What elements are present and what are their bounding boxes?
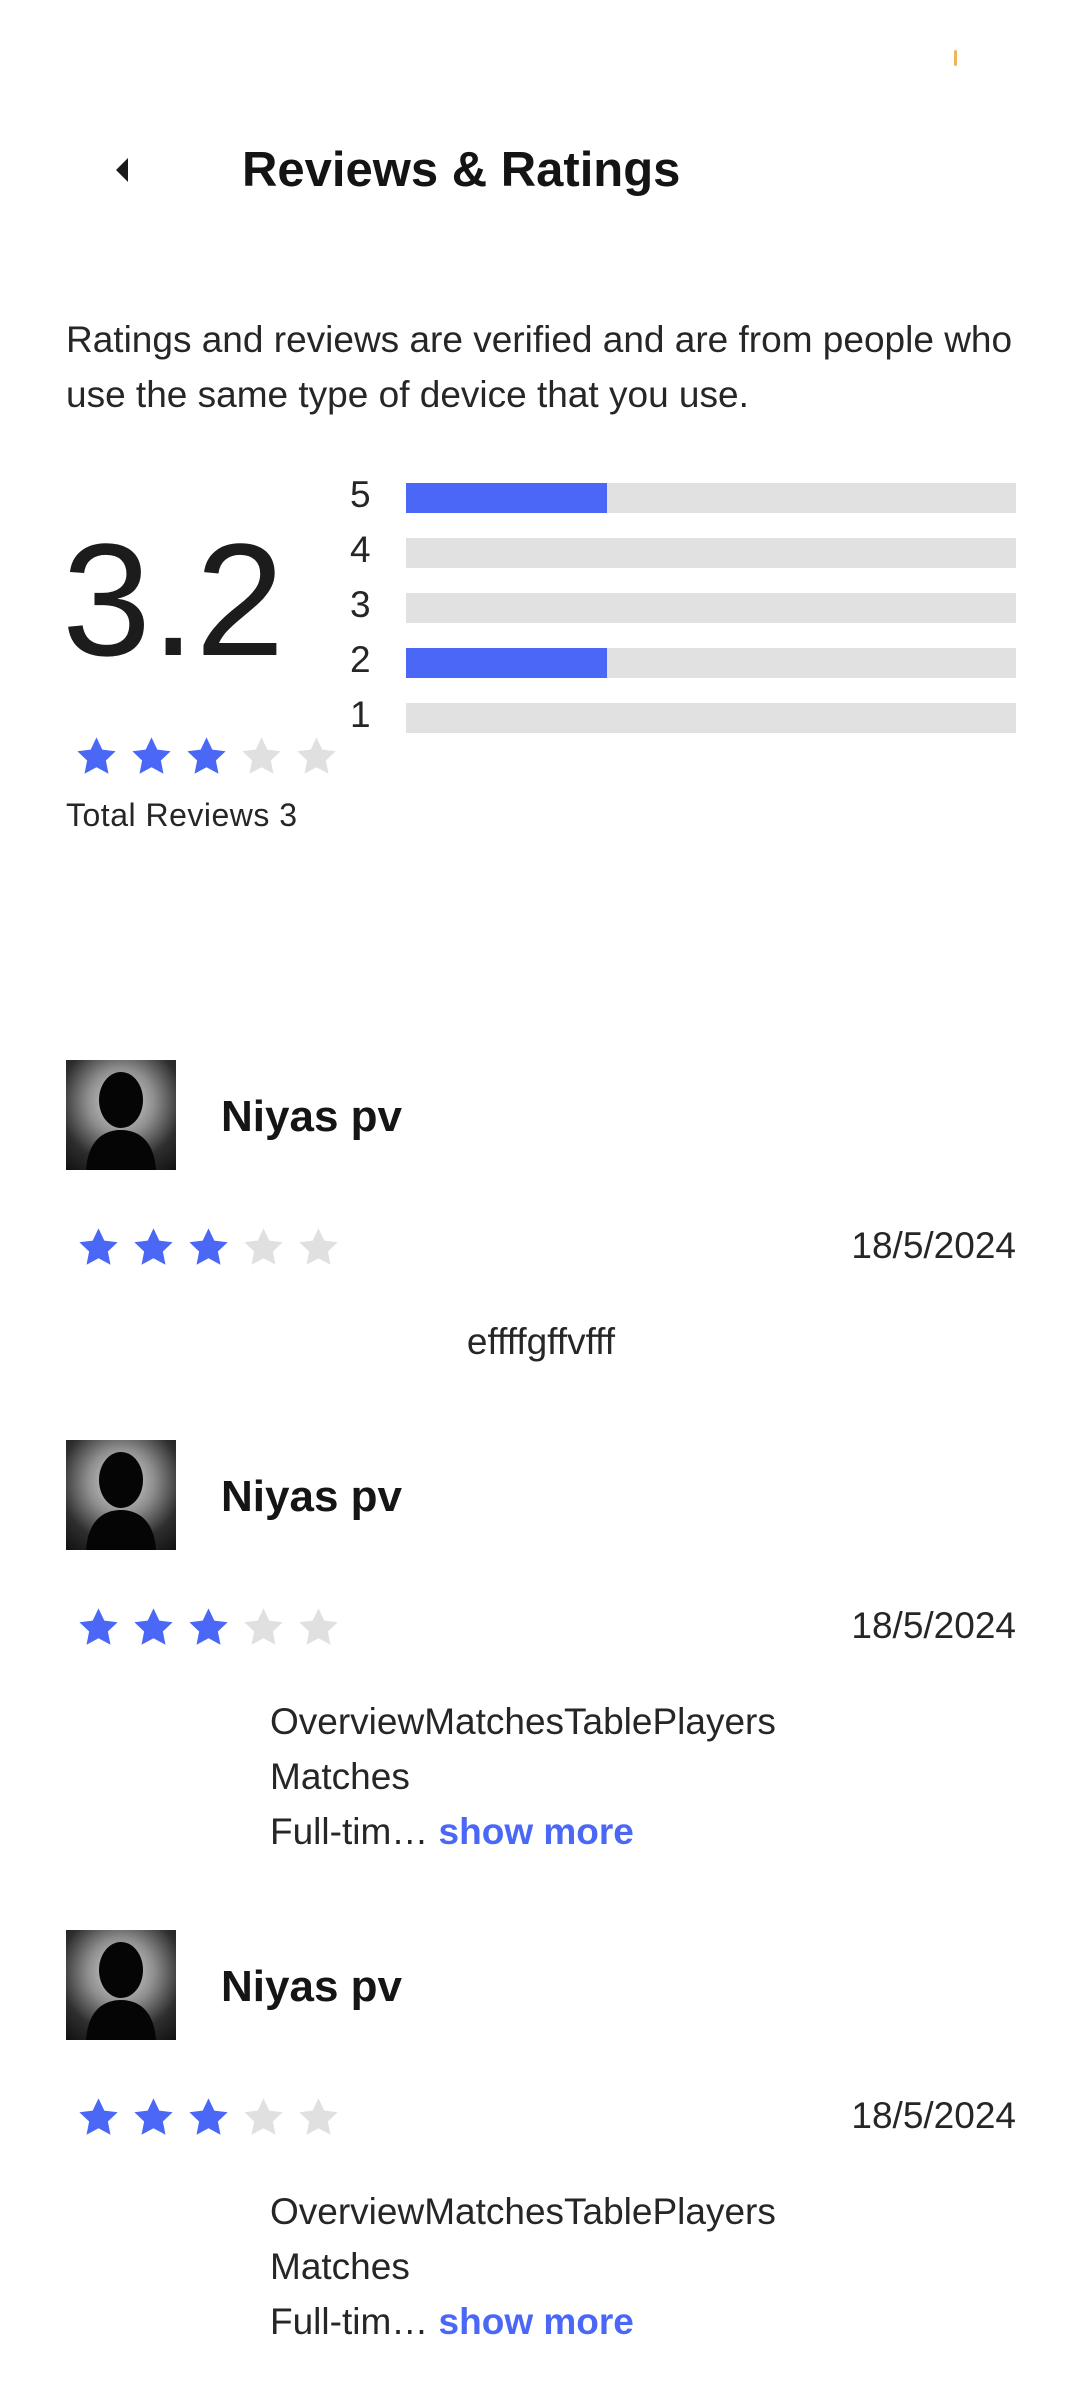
histogram-track [406, 538, 1016, 568]
total-reviews: Total Reviews 3 [66, 797, 298, 833]
histogram-fill [406, 648, 608, 678]
review-text-line: Matches [270, 2239, 810, 2294]
review-text-content: Full-tim… [270, 2301, 429, 2342]
histogram-row: 4 [350, 528, 1016, 583]
review-text: OverviewMatchesTablePlayers Matches Full-t… [270, 2184, 810, 2349]
histogram-row: 5 [350, 473, 1016, 528]
star-filled-icon [134, 1608, 173, 1645]
back-arrow-icon [116, 158, 128, 182]
review-date: 18/5/2024 [851, 1605, 1016, 1646]
review-text-line: effffgffvfff [66, 1314, 1016, 1369]
page-title: Reviews & Ratings [242, 143, 681, 197]
average-stars [74, 734, 339, 779]
avatar [66, 1930, 176, 2040]
star-filled-icon [134, 1228, 173, 1265]
avatar [66, 1060, 176, 1170]
reviewer-name: Niyas pv [221, 1092, 402, 1141]
star-empty-icon [244, 1608, 283, 1645]
review-text-line: Matches [270, 1749, 810, 1804]
review-text-content: OverviewMatchesTablePlayers [270, 2191, 776, 2232]
review-card: Niyas pv 18/5/2024 OverviewMatchesTablePla… [66, 1930, 1016, 2342]
histogram-track [406, 593, 1016, 623]
show-more-link[interactable]: show more [428, 1811, 634, 1852]
histogram-row: 3 [350, 583, 1016, 638]
review-stars [76, 1605, 341, 1650]
status-indicator [954, 50, 957, 66]
review-text-content: Matches [270, 1756, 410, 1797]
histogram-label: 4 [350, 529, 371, 570]
histogram-fill [406, 483, 608, 513]
review-text-line: OverviewMatchesTablePlayers [270, 2184, 810, 2239]
star-empty-icon [299, 2098, 338, 2135]
star-empty-icon [299, 1608, 338, 1645]
star-empty-icon [244, 2098, 283, 2135]
show-more-link[interactable]: show more [428, 2301, 634, 2342]
histogram-track [406, 483, 1016, 513]
review-date: 18/5/2024 [851, 2095, 1016, 2136]
average-rating: 3.2 [62, 510, 285, 689]
app-bar: Reviews & Ratings [0, 120, 1080, 220]
review-text-line: Full-tim… show more [270, 2294, 810, 2349]
histogram-label: 5 [350, 474, 371, 515]
star-filled-icon [189, 1608, 228, 1645]
star-filled-icon [79, 2098, 118, 2135]
review-card: Niyas pv 18/5/2024 OverviewMatchesTablePla… [66, 1440, 1016, 1852]
verification-notice: Ratings and reviews are verified and are… [66, 319, 1013, 415]
review-date: 18/5/2024 [851, 1225, 1016, 1266]
star-empty-icon [244, 1228, 283, 1265]
reviewer-name: Niyas pv [221, 1962, 402, 2011]
histogram-label: 3 [350, 584, 371, 625]
star-filled-icon [134, 2098, 173, 2135]
avatar [66, 1440, 176, 1550]
rating-histogram: 5 4 3 2 1 [350, 473, 1016, 748]
star-filled-icon [79, 1608, 118, 1645]
review-text-content: effffgffvfff [466, 1321, 616, 1362]
review-text: effffgffvfff [66, 1314, 1016, 1369]
review-card: Niyas pv 18/5/2024 effffgffvfff [66, 1060, 1016, 1362]
star-filled-icon [79, 1228, 118, 1265]
star-empty-icon [242, 737, 281, 774]
star-filled-icon [187, 737, 226, 774]
person-silhouette-icon [86, 1072, 156, 1170]
star-empty-icon [297, 737, 336, 774]
review-text-content: Full-tim… [270, 1811, 429, 1852]
review-stars [76, 2095, 341, 2140]
star-filled-icon [77, 737, 116, 774]
histogram-track [406, 648, 1016, 678]
person-silhouette-icon [86, 1942, 156, 2040]
star-empty-icon [299, 1228, 338, 1265]
back-button[interactable] [92, 140, 152, 200]
review-text-content: Matches [270, 2246, 410, 2287]
review-text-line: Full-tim… show more [270, 1804, 810, 1859]
star-filled-icon [189, 1228, 228, 1265]
star-filled-icon [132, 737, 171, 774]
star-filled-icon [189, 2098, 228, 2135]
reviewer-name: Niyas pv [221, 1472, 402, 1521]
histogram-track [406, 703, 1016, 733]
histogram-label: 2 [350, 639, 371, 680]
person-silhouette-icon [86, 1452, 156, 1550]
review-text-line: OverviewMatchesTablePlayers [270, 1694, 810, 1749]
histogram-row: 2 [350, 638, 1016, 693]
review-stars [76, 1225, 341, 1270]
review-text: OverviewMatchesTablePlayers Matches Full-t… [270, 1694, 810, 1859]
histogram-label: 1 [350, 694, 371, 735]
histogram-row: 1 [350, 693, 1016, 748]
review-text-content: OverviewMatchesTablePlayers [270, 1701, 776, 1742]
